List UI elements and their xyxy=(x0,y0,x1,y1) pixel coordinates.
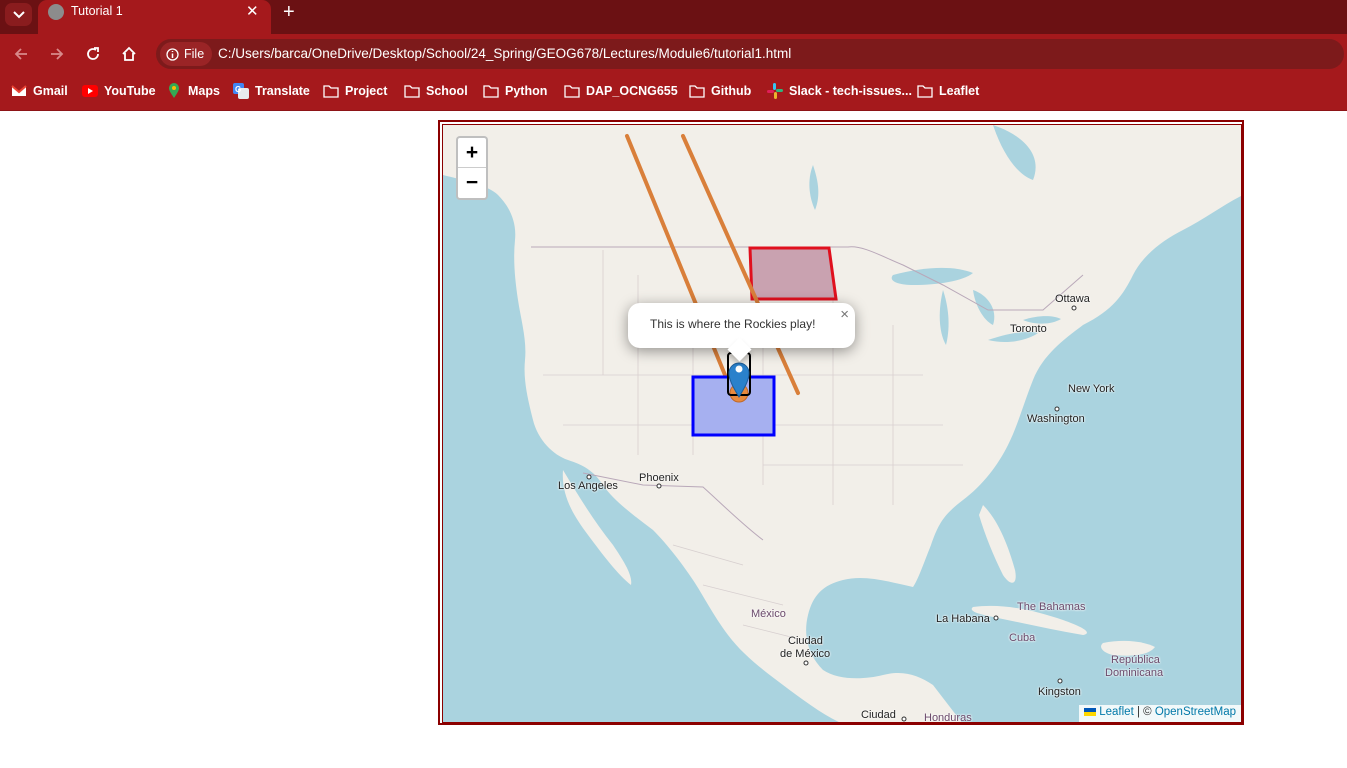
translate-icon: G xyxy=(233,83,249,99)
back-button[interactable] xyxy=(9,42,33,66)
reload-icon xyxy=(87,47,99,60)
bookmark-youtube[interactable]: YouTube xyxy=(82,83,156,99)
reload-button[interactable] xyxy=(81,42,105,66)
url-text[interactable]: C:/Users/barca/OneDrive/Desktop/School/2… xyxy=(218,46,791,61)
bookmark-dap-ocng655[interactable]: DAP_OCNG655 xyxy=(564,83,678,99)
folder-icon xyxy=(323,83,339,99)
home-icon xyxy=(122,46,136,61)
folder-icon xyxy=(483,83,499,99)
new-tab-button[interactable]: + xyxy=(283,1,295,24)
osm-link[interactable]: OpenStreetMap xyxy=(1155,706,1236,718)
folder-icon xyxy=(564,83,580,99)
forward-button[interactable] xyxy=(45,42,69,66)
map-container[interactable]: + − This is where the Rockies play! × Ot… xyxy=(438,120,1244,725)
map-attribution: Leaflet | © OpenStreetMap xyxy=(1079,705,1241,722)
maps-icon xyxy=(166,83,182,99)
leaflet-link[interactable]: Leaflet xyxy=(1099,706,1134,718)
svg-text:G: G xyxy=(235,85,241,94)
attribution-separator: | © xyxy=(1133,706,1155,718)
bookmarks-bar: Gmail YouTube Maps G Translate Project S… xyxy=(0,74,1347,111)
address-bar[interactable]: File C:/Users/barca/OneDrive/Desktop/Sch… xyxy=(156,39,1344,69)
map-pane[interactable]: + − This is where the Rockies play! × Ot… xyxy=(442,124,1242,723)
arrow-left-icon xyxy=(14,48,27,60)
tab-search-button[interactable] xyxy=(5,3,32,26)
folder-icon xyxy=(689,83,705,99)
slack-icon xyxy=(767,83,783,99)
youtube-icon xyxy=(82,83,98,99)
bookmark-school[interactable]: School xyxy=(404,83,468,99)
bookmark-github[interactable]: Github xyxy=(689,83,751,99)
chevron-down-icon xyxy=(12,10,25,18)
site-info-chip[interactable]: File xyxy=(160,42,212,66)
active-tab[interactable]: Tutorial 1 ✕ xyxy=(38,0,271,34)
bookmark-gmail[interactable]: Gmail xyxy=(11,83,68,99)
bookmark-translate[interactable]: G Translate xyxy=(233,83,310,99)
bookmark-maps[interactable]: Maps xyxy=(166,83,220,99)
folder-icon xyxy=(917,83,933,99)
address-toolbar: File C:/Users/barca/OneDrive/Desktop/Sch… xyxy=(0,34,1347,74)
file-label: File xyxy=(184,47,205,61)
arrow-right-icon xyxy=(51,48,64,60)
globe-icon xyxy=(48,4,64,20)
close-icon[interactable]: ✕ xyxy=(246,2,259,20)
info-icon xyxy=(166,47,179,61)
bookmark-slack[interactable]: Slack - tech-issues... xyxy=(767,83,912,99)
bookmark-project[interactable]: Project xyxy=(323,83,387,99)
tab-title: Tutorial 1 xyxy=(71,4,123,18)
bookmark-leaflet[interactable]: Leaflet xyxy=(917,83,979,99)
bookmark-python[interactable]: Python xyxy=(483,83,547,99)
gmail-icon xyxy=(11,83,27,99)
ukraine-flag-icon xyxy=(1084,707,1097,716)
folder-icon xyxy=(404,83,420,99)
city-dots xyxy=(586,305,1077,722)
tab-strip: Tutorial 1 ✕ + xyxy=(0,0,1347,34)
home-button[interactable] xyxy=(117,42,141,66)
